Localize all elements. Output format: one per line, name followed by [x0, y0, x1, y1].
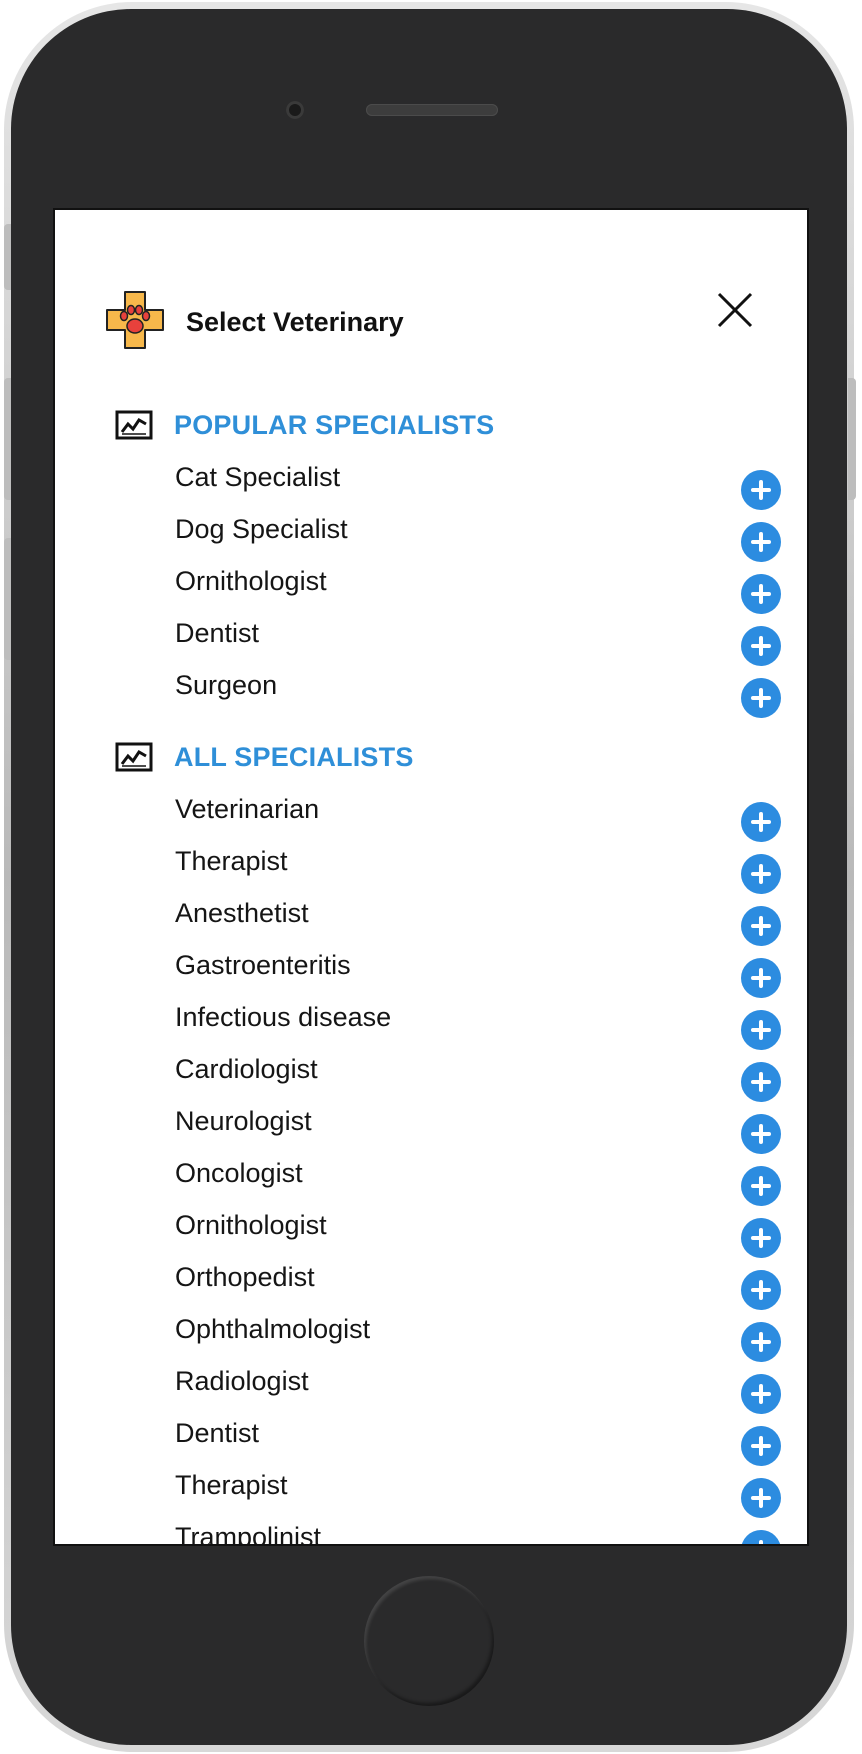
- list-item[interactable]: Veterinarian: [175, 794, 781, 846]
- speaker-grille: [366, 104, 498, 116]
- list-item[interactable]: Infectious disease: [175, 1002, 781, 1054]
- home-button[interactable]: [364, 1576, 494, 1706]
- list-item[interactable]: Neurologist: [175, 1106, 781, 1158]
- add-button[interactable]: [741, 626, 781, 666]
- specialist-label: Ophthalmologist: [175, 1314, 371, 1344]
- specialist-label: Orthopedist: [175, 1262, 315, 1292]
- list-item[interactable]: Dog Specialist: [175, 514, 781, 566]
- add-button[interactable]: [741, 1374, 781, 1414]
- add-button[interactable]: [741, 802, 781, 842]
- close-icon[interactable]: [715, 290, 755, 330]
- add-button[interactable]: [741, 1062, 781, 1102]
- add-button[interactable]: [741, 1218, 781, 1258]
- list-item[interactable]: Gastroenteritis: [175, 950, 781, 1002]
- specialist-label: Trampolinist: [175, 1522, 322, 1544]
- activity-chart-icon: [115, 742, 153, 772]
- add-button[interactable]: [741, 906, 781, 946]
- section-title: POPULAR SPECIALISTS: [174, 410, 495, 440]
- list-item[interactable]: Cat Specialist: [175, 462, 781, 514]
- list-item[interactable]: Therapist: [175, 1470, 781, 1522]
- list-item[interactable]: Orthopedist: [175, 1262, 781, 1314]
- list-item[interactable]: Oncologist: [175, 1158, 781, 1210]
- add-button[interactable]: [741, 1322, 781, 1362]
- add-button[interactable]: [741, 1478, 781, 1518]
- list-item[interactable]: Ornithologist: [175, 1210, 781, 1262]
- paw-cross-icon: [106, 291, 164, 349]
- header: Select Veterinary: [105, 290, 755, 350]
- add-button[interactable]: [741, 1114, 781, 1154]
- list-item[interactable]: Dentist: [175, 618, 781, 670]
- add-button[interactable]: [741, 1166, 781, 1206]
- specialist-label: Dentist: [175, 618, 260, 648]
- list-item[interactable]: Radiologist: [175, 1366, 781, 1418]
- specialist-label: Gastroenteritis: [175, 950, 351, 980]
- specialist-label: Cat Specialist: [175, 462, 341, 492]
- add-button[interactable]: [741, 522, 781, 562]
- specialist-label: Dentist: [175, 1418, 260, 1448]
- section-all-specialists: ALL SPECIALISTS: [115, 742, 715, 782]
- add-button[interactable]: [741, 1270, 781, 1310]
- specialist-label: Therapist: [175, 846, 288, 876]
- list-item[interactable]: Ornithologist: [175, 566, 781, 618]
- list-item[interactable]: Dentist: [175, 1418, 781, 1470]
- page-title: Select Veterinary: [186, 307, 404, 337]
- list-item[interactable]: Therapist: [175, 846, 781, 898]
- add-button[interactable]: [741, 854, 781, 894]
- activity-chart-icon: [115, 410, 153, 440]
- list-item[interactable]: Ophthalmologist: [175, 1314, 781, 1366]
- add-button[interactable]: [741, 1426, 781, 1466]
- specialist-label: Dog Specialist: [175, 514, 348, 544]
- specialist-label: Cardiologist: [175, 1054, 318, 1084]
- add-button[interactable]: [741, 574, 781, 614]
- specialist-label: Neurologist: [175, 1106, 312, 1136]
- specialist-label: Oncologist: [175, 1158, 303, 1188]
- list-item[interactable]: Anesthetist: [175, 898, 781, 950]
- specialist-label: Veterinarian: [175, 794, 320, 824]
- screen: Select Veterinary POPULAR SPECIALISTS Ca…: [55, 210, 807, 1544]
- list-item[interactable]: Cardiologist: [175, 1054, 781, 1106]
- specialist-label: Surgeon: [175, 670, 278, 700]
- specialist-label: Anesthetist: [175, 898, 309, 928]
- section-popular-specialists: POPULAR SPECIALISTS: [115, 410, 715, 450]
- specialist-label: Infectious disease: [175, 1002, 392, 1032]
- specialist-label: Radiologist: [175, 1366, 309, 1396]
- section-title: ALL SPECIALISTS: [174, 742, 414, 772]
- power-button: [848, 378, 856, 500]
- specialist-label: Therapist: [175, 1470, 288, 1500]
- list-item[interactable]: Surgeon: [175, 670, 781, 722]
- add-button[interactable]: [741, 1010, 781, 1050]
- specialist-label: Ornithologist: [175, 1210, 327, 1240]
- camera: [286, 101, 304, 119]
- add-button[interactable]: [741, 470, 781, 510]
- add-button[interactable]: [741, 1530, 781, 1544]
- list-item[interactable]: Trampolinist: [175, 1522, 781, 1544]
- specialist-label: Ornithologist: [175, 566, 327, 596]
- add-button[interactable]: [741, 678, 781, 718]
- add-button[interactable]: [741, 958, 781, 998]
